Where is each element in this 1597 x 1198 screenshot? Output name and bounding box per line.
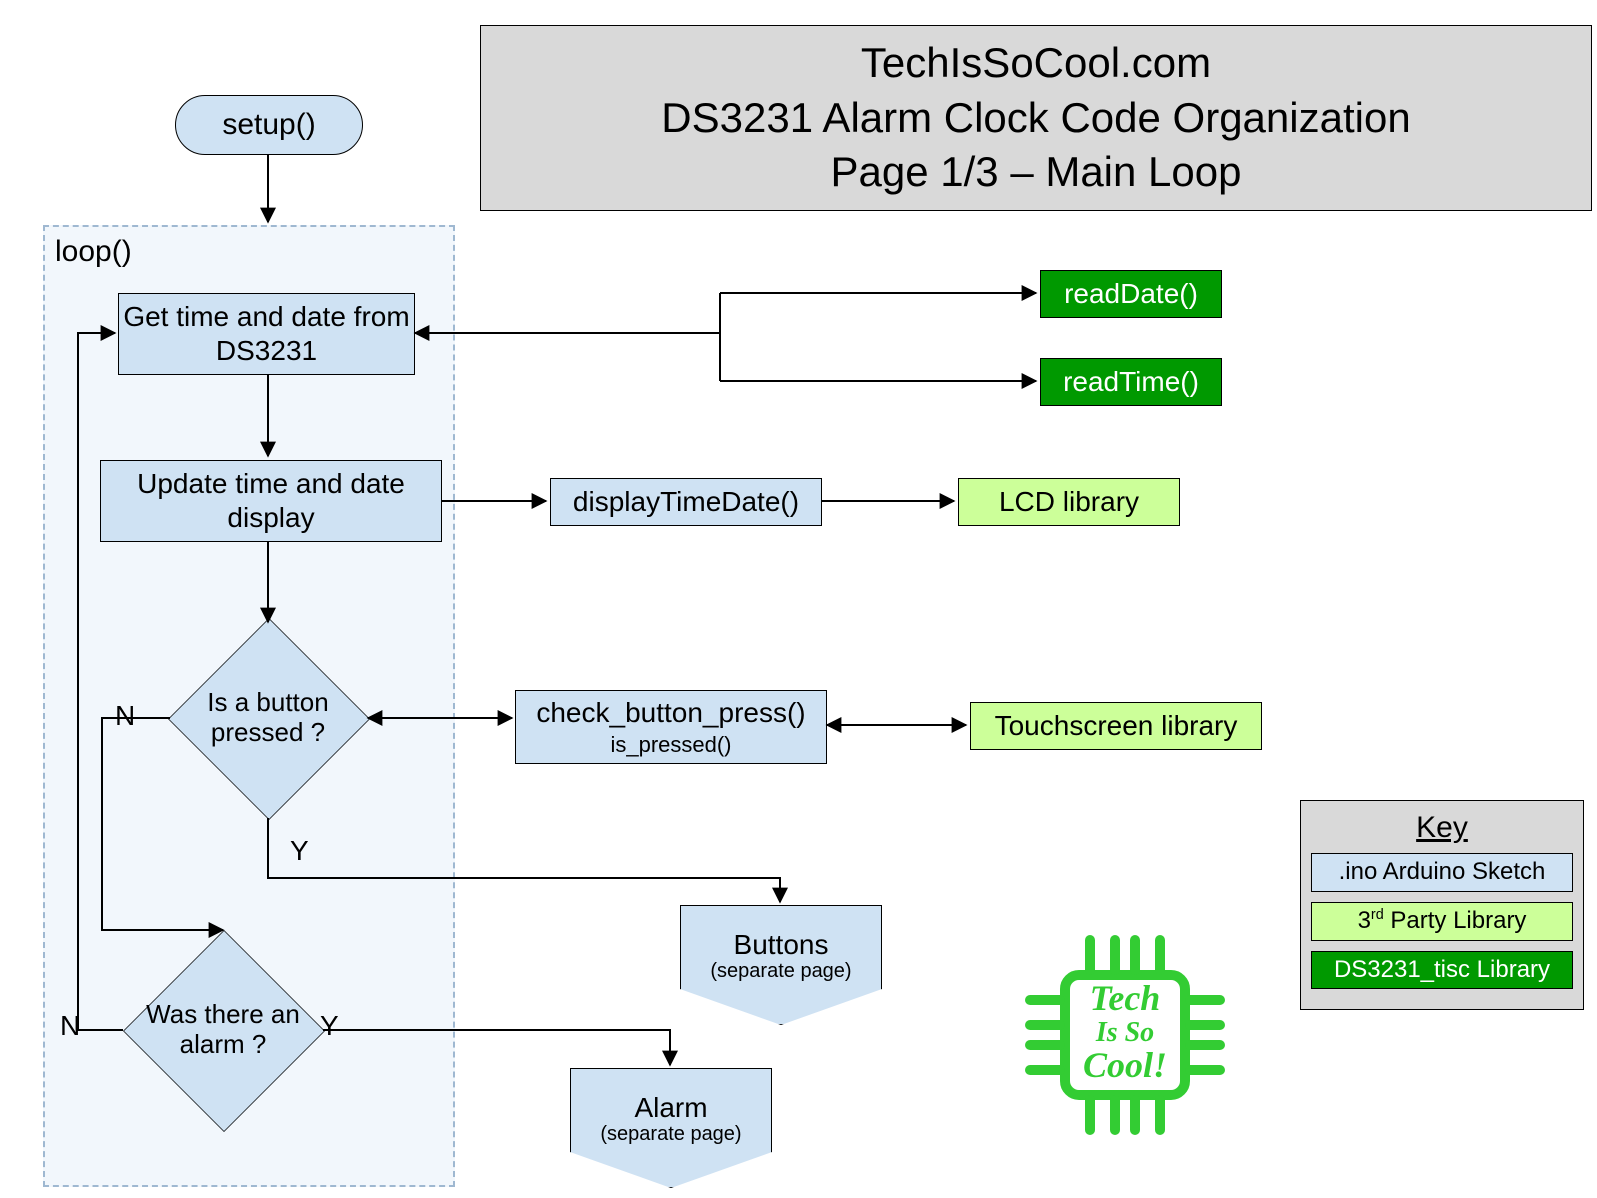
logo-line1: Tech bbox=[1070, 980, 1180, 1018]
label-buttons: Buttons bbox=[734, 930, 829, 961]
key-3rd-post: Party Library bbox=[1384, 907, 1527, 934]
label-update-display: Update time and date display bbox=[101, 467, 441, 534]
label-n-alarm: N bbox=[60, 1010, 80, 1042]
title-line1: TechIsSoCool.com bbox=[861, 39, 1211, 86]
label-get-time: Get time and date from DS3231 bbox=[119, 300, 414, 367]
label-is-pressed: is_pressed() bbox=[610, 732, 731, 758]
key-ino: .ino Arduino Sketch bbox=[1311, 853, 1573, 892]
label-n-button: N bbox=[115, 700, 135, 732]
label-check-button: check_button_press() bbox=[536, 696, 805, 730]
label-touch-lib: Touchscreen library bbox=[995, 710, 1238, 742]
node-is-button: Is a button pressed ? bbox=[168, 618, 368, 818]
node-update-display: Update time and date display bbox=[100, 460, 442, 542]
node-lcd-lib: LCD library bbox=[958, 478, 1180, 526]
label-y-button: Y bbox=[290, 835, 309, 867]
label-lcd-lib: LCD library bbox=[999, 486, 1139, 518]
key-ds3231-text: DS3231_tisc Library bbox=[1334, 956, 1550, 983]
node-buttons-page: Buttons (separate page) bbox=[680, 905, 882, 1025]
key-3rd-pre: 3 bbox=[1358, 907, 1371, 934]
label-display-time-date: displayTimeDate() bbox=[573, 485, 799, 519]
key-box: Key .ino Arduino Sketch 3rd Party Librar… bbox=[1300, 800, 1584, 1010]
title-line3: Page 1/3 – Main Loop bbox=[831, 148, 1242, 195]
label-alarm-sub: (separate page) bbox=[600, 1123, 741, 1145]
key-title: Key bbox=[1311, 811, 1573, 845]
node-alarm-page: Alarm (separate page) bbox=[570, 1068, 772, 1188]
node-display-time-date: displayTimeDate() bbox=[550, 478, 822, 526]
node-check-button: check_button_press() is_pressed() bbox=[515, 690, 827, 764]
title-line2: DS3231 Alarm Clock Code Organization bbox=[661, 94, 1410, 141]
label-was-alarm: Was there an alarm ? bbox=[123, 1000, 323, 1060]
label-alarm: Alarm bbox=[634, 1093, 707, 1124]
label-setup: setup() bbox=[222, 108, 315, 142]
logo-line2: Is So bbox=[1070, 1018, 1180, 1047]
node-read-date: readDate() bbox=[1040, 270, 1222, 318]
label-read-date: readDate() bbox=[1064, 278, 1198, 310]
logo-text: Tech Is So Cool! bbox=[1070, 980, 1180, 1085]
node-read-time: readTime() bbox=[1040, 358, 1222, 406]
label-buttons-sub: (separate page) bbox=[710, 960, 851, 982]
node-get-time: Get time and date from DS3231 bbox=[118, 293, 415, 375]
key-ds3231: DS3231_tisc Library bbox=[1311, 951, 1573, 990]
node-was-alarm: Was there an alarm ? bbox=[123, 930, 323, 1130]
logo-line3: Cool! bbox=[1070, 1047, 1180, 1085]
node-touch-lib: Touchscreen library bbox=[970, 702, 1262, 750]
key-thirdparty: 3rd Party Library bbox=[1311, 902, 1573, 941]
label-read-time: readTime() bbox=[1063, 366, 1199, 398]
key-3rd-sup: rd bbox=[1371, 907, 1384, 923]
key-ino-text: .ino Arduino Sketch bbox=[1339, 858, 1546, 885]
loop-label: loop() bbox=[55, 235, 132, 269]
node-setup: setup() bbox=[175, 95, 363, 155]
label-is-button: Is a button pressed ? bbox=[168, 688, 368, 748]
title-box: TechIsSoCool.com DS3231 Alarm Clock Code… bbox=[480, 25, 1592, 211]
